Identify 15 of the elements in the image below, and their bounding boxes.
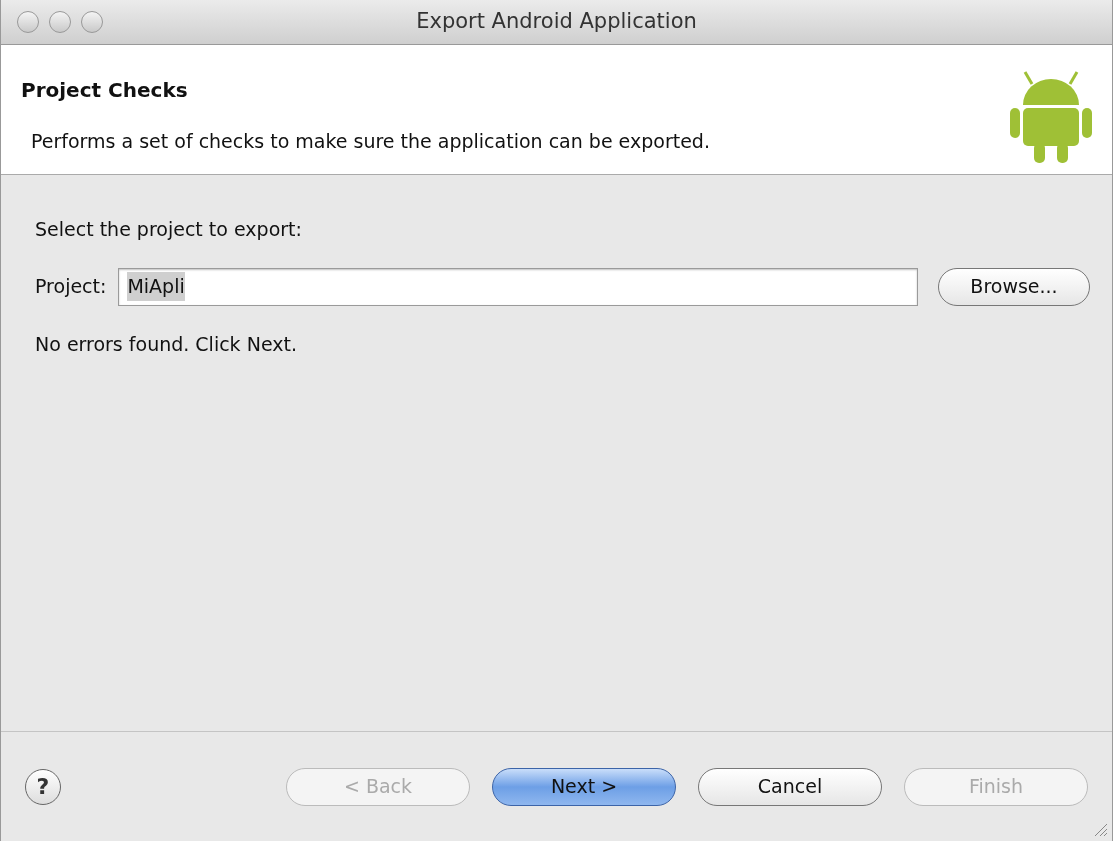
page-title: Project Checks bbox=[21, 77, 189, 104]
status-message: No errors found. Click Next. bbox=[35, 331, 298, 357]
minimize-window-icon[interactable] bbox=[49, 11, 71, 33]
resize-grip-icon[interactable] bbox=[1092, 821, 1108, 837]
browse-button[interactable]: Browse... bbox=[938, 267, 1090, 306]
project-field[interactable]: MiApli bbox=[118, 267, 918, 306]
help-button[interactable]: ? bbox=[25, 768, 61, 805]
page-description: Performs a set of checks to make sure the application can be exported. bbox=[31, 129, 711, 154]
window-title: Export Android Application bbox=[416, 8, 697, 36]
zoom-window-icon[interactable] bbox=[81, 11, 103, 33]
field-label: Project: bbox=[35, 274, 107, 300]
wizard-button[interactable]: Cancel bbox=[698, 767, 882, 806]
prompt-text: Select the project to export: bbox=[35, 217, 303, 242]
close-window-icon[interactable] bbox=[17, 11, 39, 33]
wizard-button[interactable]: Next > bbox=[492, 767, 676, 806]
